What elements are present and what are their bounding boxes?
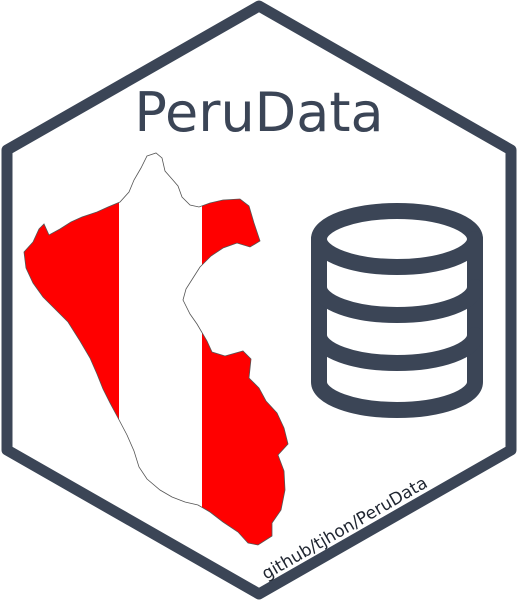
hex-sticker: PeruData github/tjhon/PeruData: [1, 0, 517, 600]
logo-title: PeruData: [134, 81, 383, 144]
